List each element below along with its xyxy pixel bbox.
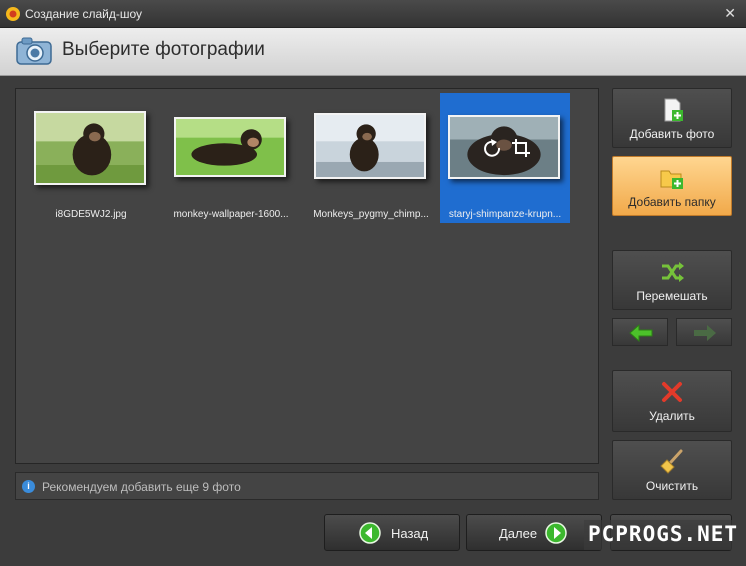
photo-item-selected[interactable]: staryj-shimpanze-krupn... [440, 93, 570, 223]
page-title: Выберите фотографии [62, 39, 265, 60]
add-folder-button[interactable]: Добавить папку [612, 156, 732, 216]
clear-button[interactable]: Очистить [612, 440, 732, 500]
move-right-button[interactable] [676, 318, 732, 346]
add-folder-icon [660, 170, 683, 189]
photo-item[interactable]: i8GDE5WJ2.jpg [26, 93, 156, 223]
crop-icon[interactable] [510, 137, 532, 159]
back-arrow-icon [359, 522, 381, 544]
arrow-right-icon [694, 325, 716, 341]
recommendation-bar: i Рекомендуем добавить еще 9 фото [15, 472, 599, 500]
photo-filename: i8GDE5WJ2.jpg [55, 209, 127, 220]
shuffle-icon [662, 262, 684, 282]
photo-thumbnail [314, 113, 426, 179]
watermark-text: PCPROGS.NET [588, 522, 739, 546]
photo-thumbnail [174, 117, 286, 177]
photo-grid[interactable]: i8GDE5WJ2.jpg monkey-wallpaper-1600... M… [15, 88, 599, 464]
arrow-left-icon [629, 324, 653, 342]
recommendation-text: Рекомендуем добавить еще 9 фото [42, 480, 241, 494]
add-photo-label: Добавить фото [629, 127, 715, 141]
clear-label: Очистить [645, 479, 699, 493]
back-button[interactable]: Назад [324, 514, 460, 551]
delete-button[interactable]: Удалить [612, 370, 732, 432]
page-header: Выберите фотографии [0, 28, 746, 76]
app-logo-icon [6, 7, 20, 21]
photo-thumbnail [34, 111, 146, 185]
add-folder-label: Добавить папку [628, 195, 716, 209]
watermark: PCPROGS.NET [584, 520, 746, 550]
shuffle-button[interactable]: Перемешать [612, 250, 732, 310]
move-left-button[interactable] [612, 318, 668, 346]
delete-icon [662, 382, 682, 402]
add-photo-icon [664, 98, 683, 122]
next-label: Далее [499, 526, 538, 541]
camera-icon [16, 37, 52, 65]
photo-filename: Monkeys_pygmy_chimp... [313, 209, 429, 220]
photo-filename: monkey-wallpaper-1600... [173, 209, 289, 220]
next-button[interactable]: Далее [466, 514, 602, 551]
window-title: Создание слайд-шоу [25, 7, 142, 21]
photo-item[interactable]: monkey-wallpaper-1600... [166, 93, 296, 223]
close-icon[interactable]: ✕ [724, 5, 736, 22]
shuffle-label: Перемешать [636, 289, 708, 303]
photo-item[interactable]: Monkeys_pygmy_chimp... [306, 93, 436, 223]
next-arrow-icon [545, 522, 567, 544]
add-photo-button[interactable]: Добавить фото [612, 88, 732, 148]
photo-filename: staryj-shimpanze-krupn... [448, 209, 562, 220]
broom-icon [660, 449, 683, 474]
info-icon: i [22, 480, 35, 493]
delete-label: Удалить [649, 409, 695, 423]
back-label: Назад [391, 526, 429, 541]
window-titlebar: Создание слайд-шоу ✕ [0, 0, 746, 28]
